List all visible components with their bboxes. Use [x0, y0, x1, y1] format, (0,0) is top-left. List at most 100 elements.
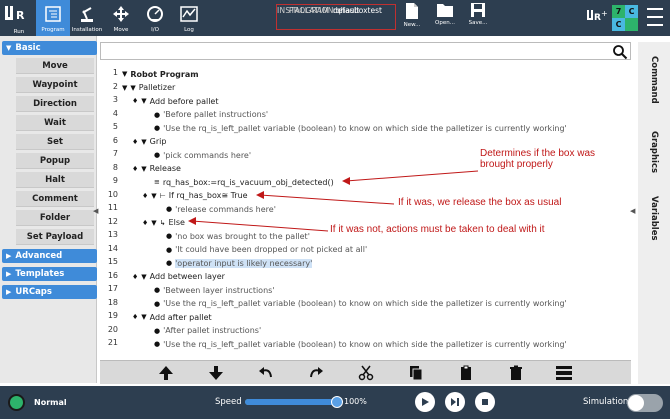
speed-value: 100% — [344, 397, 367, 406]
simulation-toggle[interactable] — [627, 394, 663, 412]
bottom-status-bar: Normal Speed 100% Simulation — [0, 386, 670, 419]
program-icon — [43, 4, 63, 24]
simulation-label: Simulation — [583, 397, 629, 407]
polyscope-window: R Run Program Installation Move I/O Log … — [0, 0, 670, 419]
nav-run-label: Run — [13, 29, 25, 35]
installation-name: default — [333, 6, 360, 15]
category-urcaps-label: URCaps — [15, 287, 52, 297]
tab-command[interactable]: Command — [638, 50, 670, 110]
sidebar-item-waypoint[interactable]: Waypoint — [16, 77, 94, 93]
category-advanced[interactable]: ▶ Advanced — [2, 249, 97, 263]
nav-installation-button[interactable]: Installation — [70, 0, 104, 36]
arrow-head-icon — [342, 177, 350, 185]
badge-c-bottom: C — [612, 18, 625, 31]
collapse-left-arrow-icon[interactable]: ◀ — [93, 207, 98, 215]
annotation-if-true: If it was, we release the box as usual — [398, 197, 562, 208]
stop-icon — [482, 399, 488, 405]
nav-io-button[interactable]: I/O — [138, 0, 172, 36]
paste-clipboard-icon[interactable] — [456, 364, 476, 382]
badge-seven: 7 — [612, 5, 625, 18]
top-bar: R Run Program Installation Move I/O Log … — [0, 0, 670, 36]
log-chart-icon — [179, 4, 199, 24]
chevron-right-icon: ▶ — [6, 252, 12, 260]
chevron-down-icon: ▼ — [6, 44, 12, 52]
move-up-icon[interactable] — [156, 364, 176, 382]
hamburger-menu-icon[interactable] — [647, 8, 663, 26]
stop-button[interactable] — [475, 392, 495, 412]
folder-open-icon — [437, 4, 453, 17]
save-file-button[interactable]: Save... — [464, 2, 492, 34]
status-badges[interactable]: 7 C C — [612, 5, 638, 31]
nav-program-label: Program — [41, 27, 65, 33]
category-urcaps[interactable]: ▶ URCaps — [2, 285, 97, 299]
nav-installation-label: Installation — [71, 27, 103, 33]
annotation-else: If it was not, actions must be taken to … — [330, 224, 545, 235]
new-file-icon — [406, 3, 418, 19]
new-file-label: New... — [403, 22, 421, 28]
badge-c-top: C — [625, 5, 638, 18]
delete-trash-icon[interactable] — [506, 364, 526, 382]
category-basic-label: Basic — [15, 43, 41, 53]
io-gauge-icon — [145, 4, 165, 24]
play-icon — [422, 398, 429, 406]
annotation-determines: Determines if the box was brought proper… — [480, 148, 595, 170]
tab-graphics[interactable]: Graphics — [638, 122, 670, 182]
sidebar-item-folder[interactable]: Folder — [16, 210, 94, 226]
sidebar-item-set[interactable]: Set — [16, 134, 94, 150]
nav-log-label: Log — [184, 27, 194, 33]
nav-move-button[interactable]: Move — [104, 0, 138, 36]
command-sidebar: ▼ Basic Move Waypoint Direction Wait Set… — [0, 36, 97, 383]
program-toolbar — [100, 360, 631, 384]
nav-program-button[interactable]: Program — [36, 0, 70, 36]
urplus-icon[interactable]: R + — [586, 8, 608, 24]
arrow-head-icon — [188, 217, 196, 225]
cut-scissors-icon[interactable] — [356, 364, 376, 382]
undo-icon[interactable] — [256, 364, 276, 382]
collapse-right-arrow-icon[interactable]: ◀ — [630, 207, 635, 215]
step-forward-icon — [451, 398, 459, 406]
sidebar-item-wait[interactable]: Wait — [16, 115, 94, 131]
floppy-disk-icon — [471, 3, 485, 17]
step-button[interactable] — [445, 392, 465, 412]
sidebar-item-halt[interactable]: Halt — [16, 172, 94, 188]
tab-graphics-label: Graphics — [649, 130, 659, 174]
category-basic[interactable]: ▼ Basic — [2, 41, 97, 55]
tab-variables-label: Variables — [649, 195, 659, 241]
sidebar-item-popup[interactable]: Popup — [16, 153, 94, 169]
badge-blank — [625, 18, 638, 31]
right-tab-strip: Command Graphics Variables — [638, 42, 670, 384]
save-file-label: Save... — [468, 20, 488, 26]
new-file-button[interactable]: New... — [398, 2, 426, 34]
move-arrows-icon — [111, 4, 131, 24]
open-file-button[interactable]: Open... — [431, 2, 459, 34]
nav-log-button[interactable]: Log — [172, 0, 206, 36]
sidebar-item-move[interactable]: Move — [16, 58, 94, 74]
open-file-label: Open... — [435, 20, 455, 26]
robot-status-label: Normal — [34, 398, 67, 407]
tab-command-label: Command — [649, 56, 659, 104]
arrow-head-icon — [256, 191, 264, 199]
copy-icon[interactable] — [406, 364, 426, 382]
nav-run-button[interactable]: Run — [2, 0, 36, 36]
speed-slider-handle[interactable] — [331, 396, 343, 408]
nav-move-label: Move — [113, 27, 129, 33]
category-templates[interactable]: ▶ Templates — [2, 267, 97, 281]
speed-slider[interactable] — [245, 396, 343, 408]
tab-variables[interactable]: Variables — [638, 188, 670, 248]
sidebar-item-comment[interactable]: Comment — [16, 191, 94, 207]
svg-text:R: R — [594, 13, 601, 23]
svg-text:+: + — [601, 9, 608, 18]
suppress-icon[interactable] — [554, 364, 574, 382]
chevron-right-icon: ▶ — [6, 288, 12, 296]
program-info-panel: PROGRAM rqhasboxtest INSTALLATION default — [276, 4, 396, 30]
speed-label: Speed — [215, 397, 242, 407]
sidebar-item-set-payload[interactable]: Set Payload — [16, 229, 94, 245]
play-button[interactable] — [415, 392, 435, 412]
annotation-determines-line1: Determines if the box was — [480, 148, 596, 159]
move-down-icon[interactable] — [206, 364, 226, 382]
robot-status-indicator[interactable] — [8, 394, 25, 411]
chevron-right-icon: ▶ — [6, 270, 12, 278]
redo-icon[interactable] — [306, 364, 326, 382]
annotation-determines-line2: brought properly — [480, 159, 553, 170]
sidebar-item-direction[interactable]: Direction — [16, 96, 94, 112]
